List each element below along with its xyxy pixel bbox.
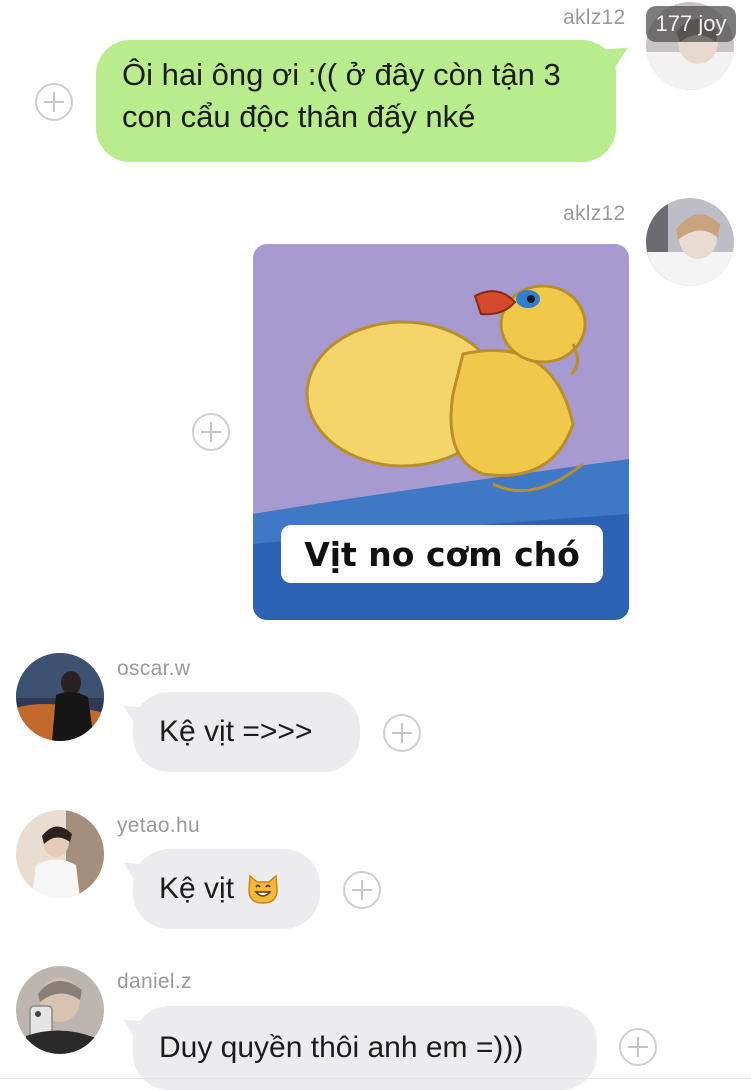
avatar[interactable] [16,810,104,898]
add-reaction-button[interactable] [343,871,381,909]
message-text-line: Ôi hai ông ơi :(( ở đây còn tận 3 [122,57,561,92]
message-bubble[interactable]: Kệ vịt [117,849,320,929]
message-bubble[interactable]: Kệ vịt =>>> [117,692,360,772]
sticker-image[interactable]: Vịt no cơm chó [253,244,629,620]
sender-name: oscar.w [117,657,191,680]
sender-name: yetao.hu [117,814,200,837]
divider [0,1078,751,1079]
sender-name: aklz12 [563,6,626,29]
message-text-line: con cẩu độc thân đấy nké [122,99,476,134]
bubble-tail [117,1012,147,1042]
message-bubble[interactable]: Ôi hai ông ơi :(( ở đây còn tận 3 con cẩ… [96,40,634,162]
bubble-tail [117,698,147,728]
sender-name: aklz12 [563,202,626,225]
avatar[interactable] [646,198,734,286]
avatar-badge: 177 joy [646,6,736,42]
bubble-tail [117,855,147,885]
bubble-tail [604,40,634,70]
avatar[interactable] [16,966,104,1054]
sticker-caption: Vịt no cơm chó [281,525,603,583]
add-reaction-button[interactable] [619,1028,657,1066]
add-reaction-button[interactable] [192,413,230,451]
add-reaction-button[interactable] [35,83,73,121]
grinning-cat-icon [248,874,278,904]
avatar-image [16,653,104,741]
sender-name: daniel.z [117,970,192,993]
avatar-image [16,810,104,898]
message-text: Duy quyền thôi anh em =))) [159,1031,524,1064]
message-text: Kệ vịt [159,872,235,905]
avatar-image [646,198,734,286]
message-text: Kệ vịt =>>> [159,715,313,748]
add-reaction-button[interactable] [383,714,421,752]
avatar-image [16,966,104,1054]
avatar[interactable] [16,653,104,741]
